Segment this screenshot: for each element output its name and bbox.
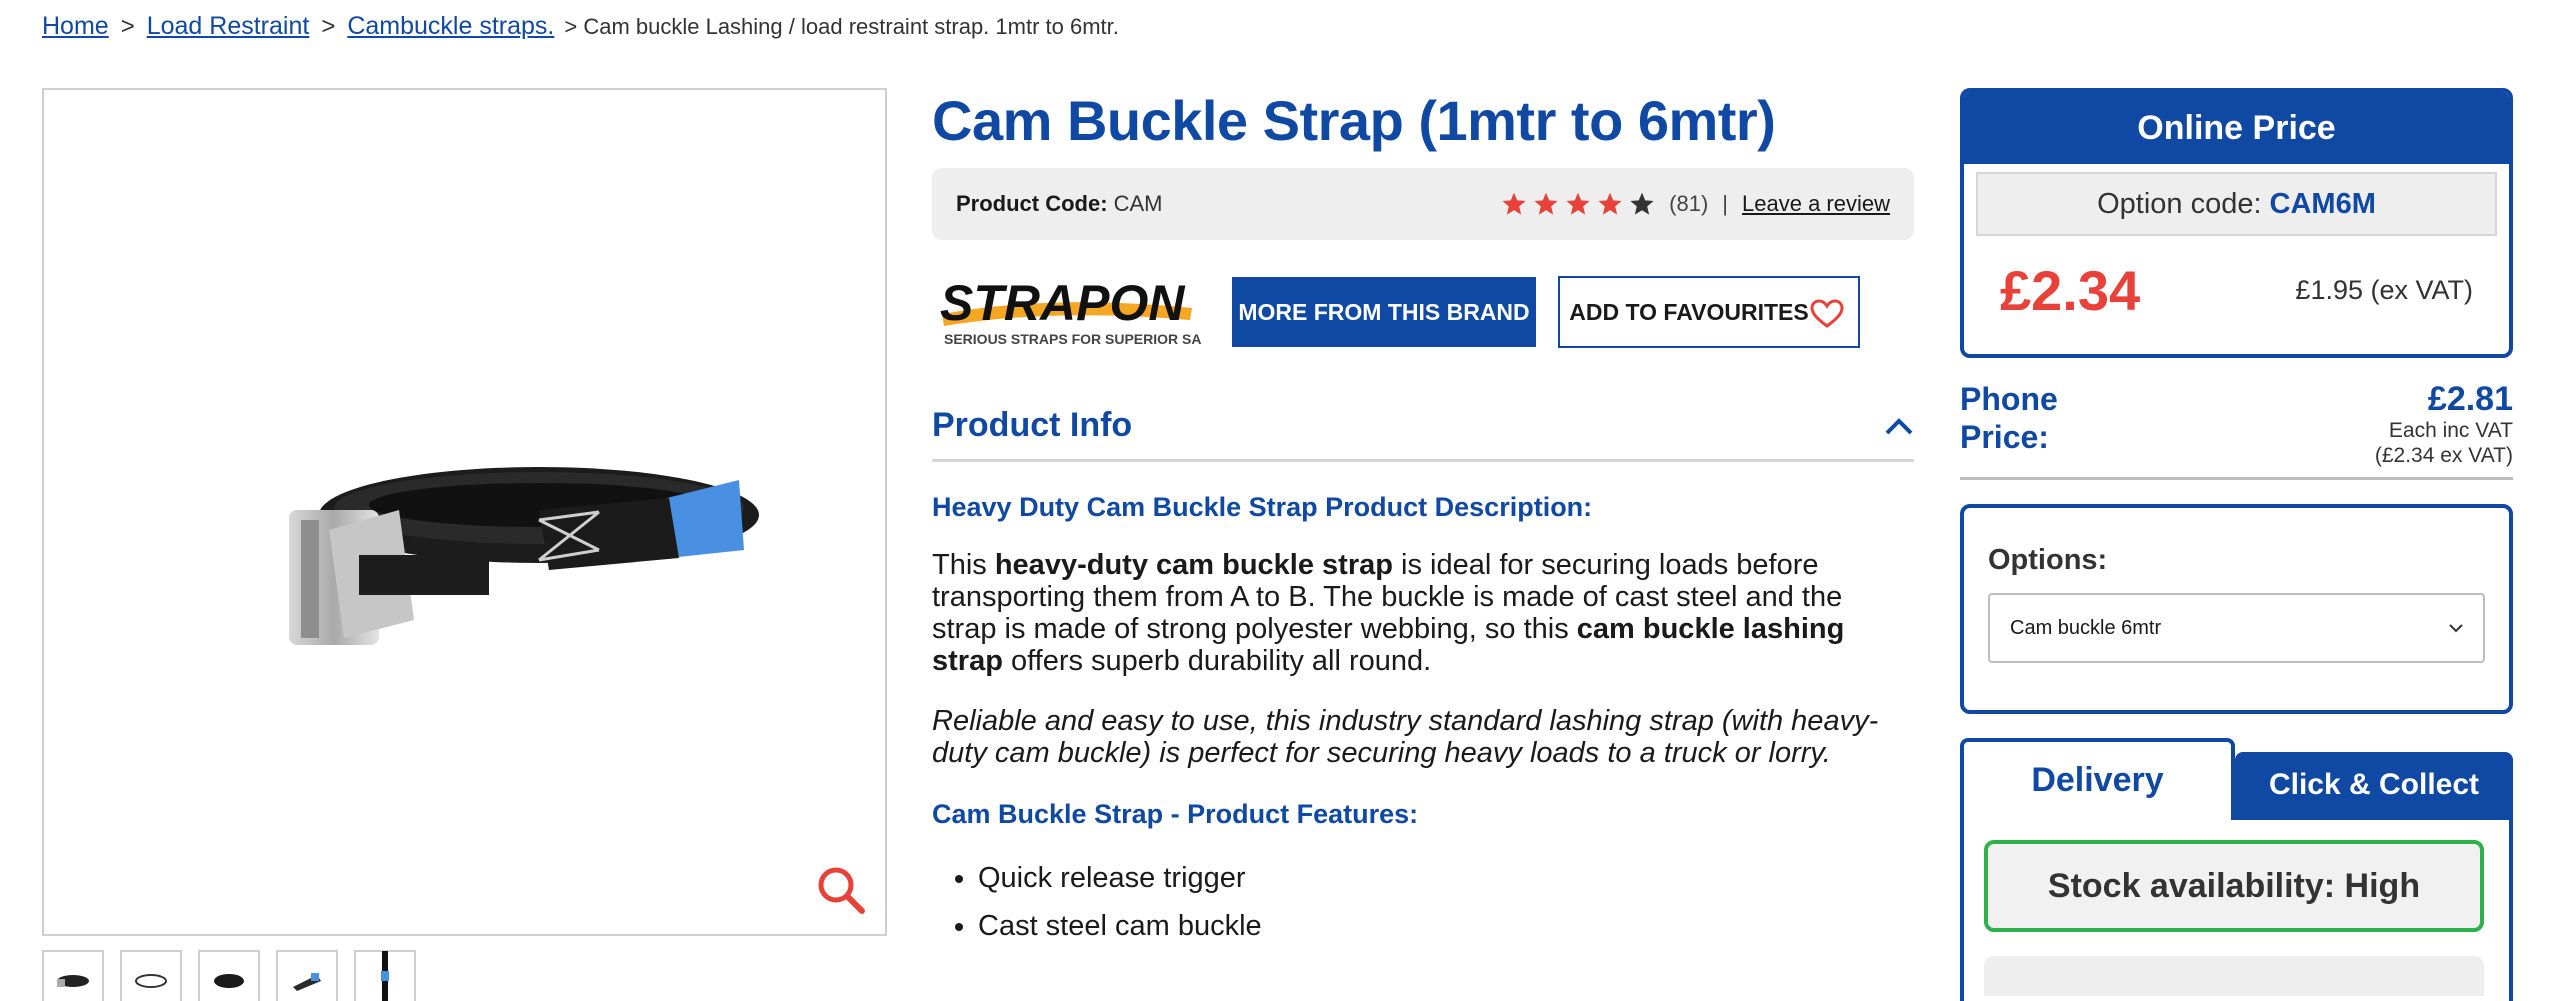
brand-row: STRAPON SERIOUS STRAPS FOR SUPERIOR SAFE… — [932, 275, 1914, 348]
description-text: offers superb durability all round. — [1002, 645, 1432, 677]
description-heading: Heavy Duty Cam Buckle Strap Product Desc… — [932, 492, 1593, 522]
option-code-value: CAM6M — [2269, 187, 2376, 220]
breadcrumb: Home > Load Restraint > Cambuckle straps… — [42, 12, 1119, 41]
phone-price-label: Phone Price: — [1960, 381, 2058, 455]
description-paragraph: This heavy-duty cam buckle strap is idea… — [932, 549, 1914, 677]
thumbnail[interactable] — [276, 950, 338, 1001]
rating-separator: | — [1722, 191, 1729, 216]
brand-logo-text: STRAPON — [940, 275, 1185, 331]
leave-review-link[interactable]: Leave a review — [1742, 191, 1890, 217]
star-icon — [1630, 192, 1654, 215]
phone-price-ex-vat: (£2.34 ex VAT) — [2374, 444, 2513, 467]
price-row: £2.34 £1.95 (ex VAT) — [1964, 236, 2509, 344]
rating: (81) | Leave a review — [1501, 191, 1890, 217]
thumbnail-image — [381, 951, 389, 1001]
delivery-info-panel — [1984, 956, 2484, 996]
description-bold: heavy-duty cam buckle strap — [994, 549, 1393, 581]
options-box: Options: Cam buckle 6mtr — [1960, 504, 2513, 714]
zoom-icon[interactable] — [815, 864, 867, 916]
breadcrumb-cambuckle-straps[interactable]: Cambuckle straps. — [347, 12, 554, 41]
options-selected-value: Cam buckle 6mtr — [2010, 616, 2162, 639]
phone-price-values: £2.81 Each inc VAT (£2.34 ex VAT) — [2375, 380, 2513, 467]
phone-price-value: £2.81 — [2427, 380, 2513, 418]
breadcrumb-separator: > — [321, 12, 336, 40]
breadcrumb-home[interactable]: Home — [42, 12, 109, 41]
more-from-brand-button[interactable]: MORE FROM THIS BRAND — [1232, 277, 1536, 347]
product-details: Cam Buckle Strap (1mtr to 6mtr) Product … — [932, 88, 1914, 950]
chevron-up-icon[interactable] — [1884, 416, 1914, 436]
star-icon — [1534, 192, 1558, 215]
option-code: Option code: CAM6M — [1976, 172, 2497, 236]
thumbnail[interactable] — [42, 950, 104, 1001]
product-code-bar: Product Code: CAM (81) | Leave a review — [932, 168, 1914, 240]
purchase-panel: Online Price Option code: CAM6M £2.34 £1… — [1960, 88, 2513, 1001]
options-label: Options: — [1988, 544, 2108, 576]
add-to-favourites-label: ADD TO FAVOURITES — [1569, 299, 1809, 325]
phone-price: Phone Price: £2.81 Each inc VAT (£2.34 e… — [1960, 380, 2513, 480]
star-icon — [1502, 192, 1526, 215]
brand-tagline: SERIOUS STRAPS FOR SUPERIOR SAFETY — [944, 331, 1202, 347]
heart-icon — [1810, 299, 1844, 328]
thumbnail-strip — [42, 950, 416, 1001]
feature-item: Quick release trigger — [978, 854, 1914, 902]
features-heading: Cam Buckle Strap - Product Features: — [932, 799, 1419, 829]
online-price-box: Online Price Option code: CAM6M £2.34 £1… — [1960, 88, 2513, 358]
thumbnail[interactable] — [120, 950, 182, 1001]
rating-stars — [1501, 191, 1655, 217]
delivery-tabs: Delivery Click & Collect Stock availabil… — [1960, 738, 2513, 1001]
description-text: This — [932, 549, 995, 581]
price-inc-vat: £2.34 — [2000, 258, 2141, 322]
thumbnail-image — [57, 975, 89, 987]
thumbnail[interactable] — [198, 950, 260, 1001]
phone-price-each: Each inc VAT — [2388, 419, 2513, 442]
breadcrumb-load-restraint[interactable]: Load Restraint — [147, 12, 310, 41]
thumbnail-image — [135, 974, 167, 988]
product-image[interactable] — [239, 380, 799, 670]
breadcrumb-current: > Cam buckle Lashing / load restraint st… — [564, 13, 1119, 39]
option-code-label: Option code: — [2097, 187, 2262, 220]
product-code-label: Product Code: — [956, 191, 1108, 216]
add-to-favourites-button[interactable]: ADD TO FAVOURITES — [1558, 276, 1860, 348]
chevron-down-icon — [2449, 624, 2463, 633]
thumbnail-image — [293, 973, 321, 991]
feature-item: Cast steel cam buckle — [978, 902, 1914, 950]
review-count: (81) — [1669, 191, 1709, 216]
features-list: Quick release trigger Cast steel cam buc… — [932, 854, 1914, 950]
online-price-title: Online Price — [1964, 92, 2509, 164]
product-gallery — [42, 88, 887, 936]
thumbnail[interactable] — [354, 950, 416, 1001]
options-select[interactable]: Cam buckle 6mtr — [1988, 593, 2485, 663]
product-title: Cam Buckle Strap (1mtr to 6mtr) — [932, 89, 1776, 152]
product-code-value: CAM — [1113, 191, 1163, 216]
brand-logo[interactable]: STRAPON SERIOUS STRAPS FOR SUPERIOR SAFE… — [932, 272, 1202, 352]
product-info-title: Product Info — [932, 406, 1133, 444]
tab-click-collect[interactable]: Click & Collect — [2235, 752, 2513, 818]
tab-delivery[interactable]: Delivery — [1960, 738, 2235, 818]
star-icon — [1598, 192, 1622, 215]
thumbnail-image — [214, 974, 244, 988]
price-ex-vat: £1.95 (ex VAT) — [2295, 274, 2473, 305]
product-info-accordion[interactable]: Product Info — [932, 392, 1914, 462]
breadcrumb-separator: > — [120, 12, 135, 40]
stock-availability: Stock availability: High — [1984, 840, 2484, 932]
star-icon — [1566, 192, 1590, 215]
description-italic: Reliable and easy to use, this industry … — [932, 705, 1879, 769]
